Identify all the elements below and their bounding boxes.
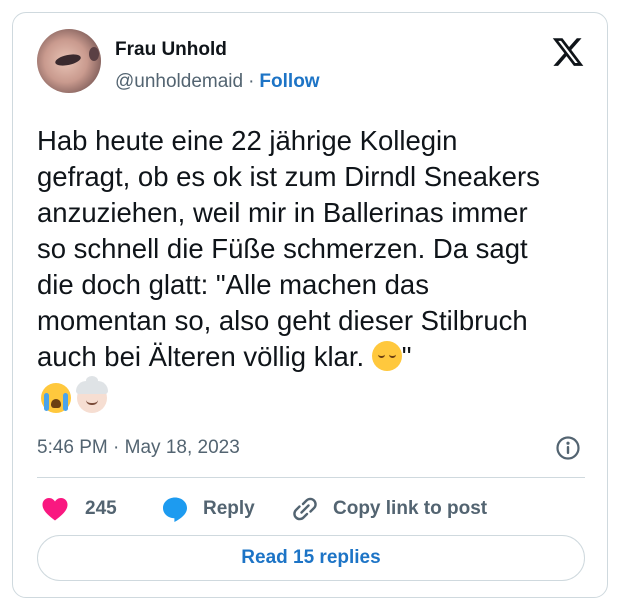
divider <box>37 477 585 478</box>
older-woman-emoji <box>76 376 108 413</box>
relieved-face-emoji <box>371 341 402 371</box>
tweet-text: Hab heute eine 22 jährige Kollegin gefra… <box>37 123 597 375</box>
heart-icon <box>42 498 68 521</box>
reply-bubble-icon <box>163 497 187 522</box>
reply-button[interactable]: Reply <box>161 493 255 525</box>
tweet-text-end: " <box>401 341 412 372</box>
follow-button[interactable]: Follow <box>259 71 319 92</box>
author-handle[interactable]: @unholdemaid <box>115 71 243 92</box>
action-bar: 245 Reply Copy link to post <box>37 493 585 525</box>
tweet-timestamp[interactable]: 5:46 PM · May 18, 2023 <box>37 437 240 459</box>
like-button[interactable]: 245 <box>41 493 117 525</box>
copy-link-label: Copy link to post <box>333 498 488 519</box>
tweet-body: Hab heute eine 22 jährige Kollegin gefra… <box>37 125 540 372</box>
info-icon[interactable] <box>555 435 581 461</box>
like-count: 245 <box>85 498 117 519</box>
avatar-eye-detail-2 <box>89 47 99 61</box>
avatar[interactable] <box>37 29 101 93</box>
separator-dot: · <box>248 71 255 92</box>
avatar-eye-detail <box>54 52 82 68</box>
reply-label: Reply <box>203 498 255 519</box>
tweet-card: Frau Unhold @unholdemaid · Follow Hab heut… <box>12 12 608 598</box>
x-logo-icon[interactable] <box>551 35 585 69</box>
loudly-crying-face-emoji <box>41 383 71 413</box>
copy-link-button[interactable]: Copy link to post <box>291 493 487 525</box>
link-icon <box>293 497 317 521</box>
author-name[interactable]: Frau Unhold <box>115 39 227 61</box>
handle-row: @unholdemaid · Follow <box>115 71 320 93</box>
read-replies-button[interactable]: Read 15 replies <box>37 535 585 581</box>
